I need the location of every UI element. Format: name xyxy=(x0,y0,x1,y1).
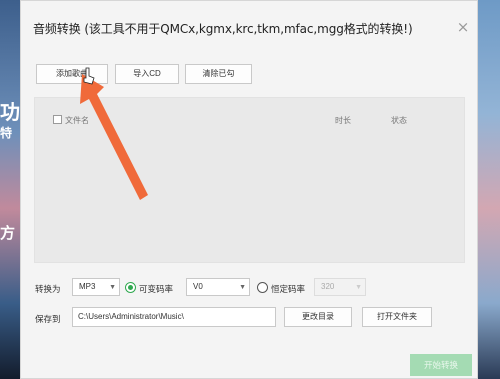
open-folder-button[interactable]: 打开文件夹 xyxy=(362,307,432,327)
format-select[interactable]: MP3 ▼ xyxy=(72,278,120,296)
convert-to-label: 转换为 xyxy=(35,284,61,294)
vbr-label: 可变码率 xyxy=(139,284,174,294)
clear-checked-button[interactable]: 清除已勾 xyxy=(185,64,252,84)
background-glyph: 方 xyxy=(0,224,16,242)
column-duration: 时长 xyxy=(335,116,351,125)
cbr-radio[interactable] xyxy=(257,282,268,293)
file-list-header: 文件名 时长 状态 xyxy=(35,98,464,125)
chevron-down-icon: ▼ xyxy=(239,284,246,291)
start-convert-button[interactable]: 开始转换 xyxy=(410,354,472,376)
change-directory-button[interactable]: 更改目录 xyxy=(284,307,352,327)
cbr-value: 320 xyxy=(321,282,335,291)
close-icon[interactable]: × xyxy=(455,19,471,35)
background-glyph: 功 xyxy=(0,100,20,124)
column-file-name: 文件名 xyxy=(65,116,89,125)
vbr-select[interactable]: V0 ▼ xyxy=(186,278,250,296)
import-cd-button[interactable]: 导入CD xyxy=(115,64,179,84)
select-all-checkbox[interactable] xyxy=(53,115,62,124)
vbr-radio[interactable] xyxy=(125,282,136,293)
save-path-field[interactable]: C:\Users\Administrator\Music\ xyxy=(72,307,276,327)
chevron-down-icon: ▼ xyxy=(355,284,362,291)
add-song-button[interactable]: 添加歌曲 xyxy=(36,64,108,84)
audio-convert-dialog: 音频转换 (该工具不用于QMCx,kgmx,krc,tkm,mfac,mgg格式… xyxy=(20,0,478,379)
background-glyph: 特 xyxy=(0,126,13,140)
vbr-value: V0 xyxy=(193,282,203,291)
background-left-strip: 功 特 方 xyxy=(0,0,20,379)
save-to-label: 保存到 xyxy=(35,314,61,324)
format-value: MP3 xyxy=(79,282,96,291)
column-status: 状态 xyxy=(391,116,407,125)
background-right-strip xyxy=(478,0,500,379)
file-list: 文件名 时长 状态 xyxy=(34,97,465,263)
dialog-title: 音频转换 (该工具不用于QMCx,kgmx,krc,tkm,mfac,mgg格式… xyxy=(33,22,413,36)
chevron-down-icon: ▼ xyxy=(109,284,116,291)
cbr-label: 恒定码率 xyxy=(271,284,306,294)
cbr-select: 320 ▼ xyxy=(314,278,366,296)
